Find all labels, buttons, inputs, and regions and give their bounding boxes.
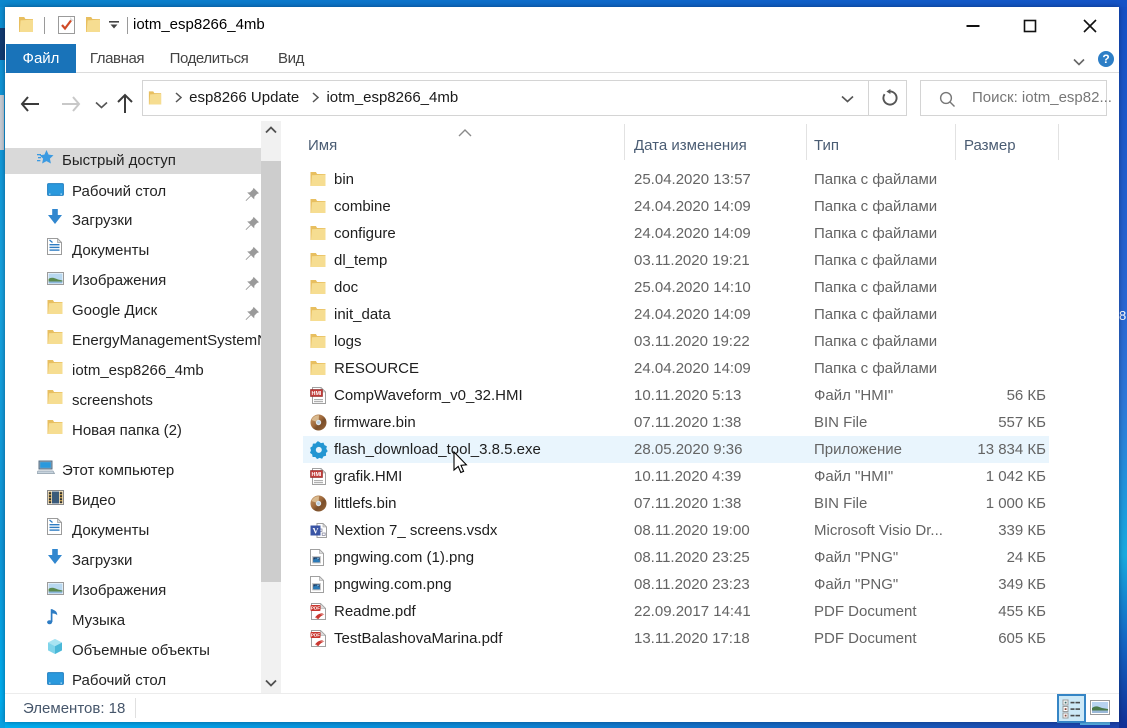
- svg-text:V: V: [312, 526, 318, 535]
- svg-text:PDF: PDF: [311, 606, 320, 611]
- svg-text:HMI: HMI: [312, 472, 322, 478]
- svg-text:PDF: PDF: [311, 633, 320, 638]
- svg-text:HMI: HMI: [312, 391, 322, 397]
